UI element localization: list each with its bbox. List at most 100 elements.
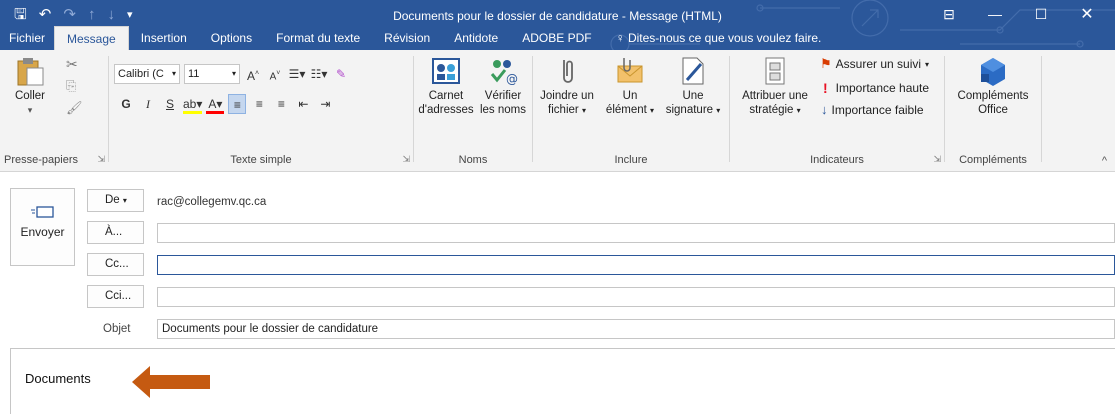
to-button[interactable]: À... <box>87 221 144 244</box>
tab-insertion[interactable]: Insertion <box>129 26 199 50</box>
subject-label: Objet <box>103 323 131 335</box>
tell-me-text: Dites-nous ce que vous voulez faire. <box>627 31 822 45</box>
chevron-down-icon: ▾ <box>231 69 236 78</box>
tab-options[interactable]: Options <box>199 26 264 50</box>
address-book-button[interactable]: Carnet d'adresses <box>416 56 476 117</box>
send-icon <box>30 206 54 218</box>
paperclip-icon <box>563 60 573 83</box>
increase-indent-icon[interactable]: ⇥ <box>316 94 334 114</box>
cc-field[interactable] <box>157 255 1115 275</box>
check-names-label-2: les noms <box>479 104 527 116</box>
tab-revision[interactable]: Révision <box>372 26 442 50</box>
basic-text-launcher-icon[interactable]: ⇲ <box>402 154 410 165</box>
from-value: rac@collegemv.qc.ca <box>157 196 267 208</box>
chevron-down-icon: ▾ <box>716 106 721 115</box>
signature-label-1: Une <box>682 90 704 102</box>
copy-icon[interactable]: ⎘ <box>66 78 76 94</box>
office-addins-label-1: Compléments <box>957 90 1029 102</box>
body-text: Documents <box>25 371 91 386</box>
assign-policy-button[interactable]: Attribuer une stratégie ▾ <box>734 56 816 118</box>
include-group-label: Inclure <box>614 154 648 166</box>
format-row: G I S ab▾ A▾ ≡ ≡ ≡ ⇤ ⇥ <box>117 94 334 114</box>
tab-fichier[interactable]: Fichier <box>0 26 54 50</box>
tab-message[interactable]: Message <box>54 26 129 50</box>
send-button[interactable]: Envoyer <box>10 188 75 266</box>
group-names: Carnet d'adresses @ Vérifier les noms No… <box>414 54 532 168</box>
office-addins-label-2: Office <box>978 104 1008 116</box>
shrink-font-icon[interactable]: A˅ <box>266 64 284 84</box>
bullets-icon[interactable]: ☰▾ <box>288 64 306 84</box>
office-addins-icon <box>981 58 1005 86</box>
font-name-combo[interactable]: Calibri (C ▾ <box>114 64 180 84</box>
group-include: Joindre un fichier ▾ Un élément ▾ Une si… <box>533 54 729 168</box>
subject-field[interactable]: Documents pour le dossier de candidature <box>157 319 1115 339</box>
close-icon[interactable]: ✕ <box>1064 4 1110 24</box>
from-button[interactable]: De ▾ <box>87 189 144 212</box>
attach-item-button[interactable]: Un élément ▾ <box>601 56 659 118</box>
clipboard-launcher-icon[interactable]: ⇲ <box>97 154 105 165</box>
item-label-1: Un <box>622 90 638 102</box>
font-color-icon[interactable]: A▾ <box>206 94 225 114</box>
group-addins: Compléments Office Compléments <box>945 54 1075 168</box>
maximize-icon[interactable]: ☐ <box>1018 6 1064 23</box>
align-center-icon[interactable]: ≡ <box>250 94 268 114</box>
office-addins-button[interactable]: Compléments Office <box>949 56 1037 117</box>
bcc-button[interactable]: Cci... <box>87 285 144 308</box>
paste-dropdown-icon[interactable]: ▾ <box>8 103 52 117</box>
names-group-label: Noms <box>458 154 488 166</box>
tell-me-box[interactable]: ♀ Dites-nous ce que vous voulez faire. <box>604 26 834 50</box>
basic-text-group-label: Texte simple <box>230 154 292 166</box>
flag-icon: ⚑ <box>820 56 832 71</box>
group-clipboard: Coller ▾ ✂ ⎘ 🖌 Presse-papiers ⇲ <box>0 54 108 168</box>
address-book-label-1: Carnet <box>428 90 464 102</box>
high-importance-button[interactable]: ! Importance haute <box>823 80 929 96</box>
chevron-down-icon: ▾ <box>925 59 930 69</box>
attach-label-2: fichier <box>548 104 579 116</box>
highlight-icon[interactable]: ab▾ <box>183 94 203 114</box>
check-names-label-1: Vérifier <box>484 90 522 102</box>
tags-group-label: Indicateurs <box>810 154 864 166</box>
signature-icon <box>682 57 704 85</box>
collapse-ribbon-icon[interactable]: ^ <box>1102 155 1107 167</box>
align-right-icon[interactable]: ≡ <box>272 94 290 114</box>
format-painter-icon[interactable]: 🖌 <box>66 100 83 116</box>
numbering-icon[interactable]: ☷▾ <box>310 64 328 84</box>
check-names-button[interactable]: @ Vérifier les noms <box>476 56 530 117</box>
paste-button[interactable]: Coller ▾ <box>8 56 52 117</box>
decrease-indent-icon[interactable]: ⇤ <box>294 94 312 114</box>
tab-adobe-pdf[interactable]: ADOBE PDF <box>510 26 603 50</box>
lightbulb-icon: ♀ <box>615 31 625 45</box>
low-importance-button[interactable]: ↓ Importance faible <box>821 102 924 117</box>
low-importance-label: Importance faible <box>831 102 924 117</box>
followup-button[interactable]: ⚑ Assurer un suivi ▾ <box>820 56 929 72</box>
from-label: De <box>105 194 120 206</box>
attach-file-button[interactable]: Joindre un fichier ▾ <box>535 56 599 118</box>
font-size-value: 11 <box>188 68 200 80</box>
policy-icon <box>765 57 785 85</box>
ribbon: Coller ▾ ✂ ⎘ 🖌 Presse-papiers ⇲ Calibri … <box>0 50 1115 172</box>
tags-launcher-icon[interactable]: ⇲ <box>933 154 941 165</box>
annotation-arrow-icon <box>132 366 210 398</box>
underline-button[interactable]: S <box>161 94 179 114</box>
cc-button[interactable]: Cc... <box>87 253 144 276</box>
bcc-field[interactable] <box>157 287 1115 307</box>
ribbon-display-icon[interactable]: ⊟ <box>926 6 972 23</box>
minimize-icon[interactable]: — <box>972 6 1018 22</box>
italic-button[interactable]: I <box>139 94 157 114</box>
policy-label-1: Attribuer une <box>742 90 808 102</box>
font-size-combo[interactable]: 11 ▾ <box>184 64 240 84</box>
chevron-down-icon: ▾ <box>650 106 655 115</box>
clear-formatting-icon[interactable]: ✎ <box>332 64 350 84</box>
align-left-icon[interactable]: ≡ <box>228 94 247 114</box>
font-row: Calibri (C ▾ 11 ▾ A˄ A˅ ☰▾ ☷▾ ✎ <box>114 64 350 84</box>
grow-font-icon[interactable]: A˄ <box>244 64 262 84</box>
tab-format-du-texte[interactable]: Format du texte <box>264 26 372 50</box>
policy-label-2: stratégie <box>749 104 794 116</box>
addins-group-label: Compléments <box>959 154 1027 166</box>
window-controls: ⊟ — ☐ ✕ <box>926 4 1110 24</box>
cut-icon[interactable]: ✂ <box>66 56 78 73</box>
to-field[interactable] <box>157 223 1115 243</box>
tab-antidote[interactable]: Antidote <box>442 26 510 50</box>
bold-button[interactable]: G <box>117 94 135 114</box>
signature-button[interactable]: Une signature ▾ <box>661 56 725 118</box>
